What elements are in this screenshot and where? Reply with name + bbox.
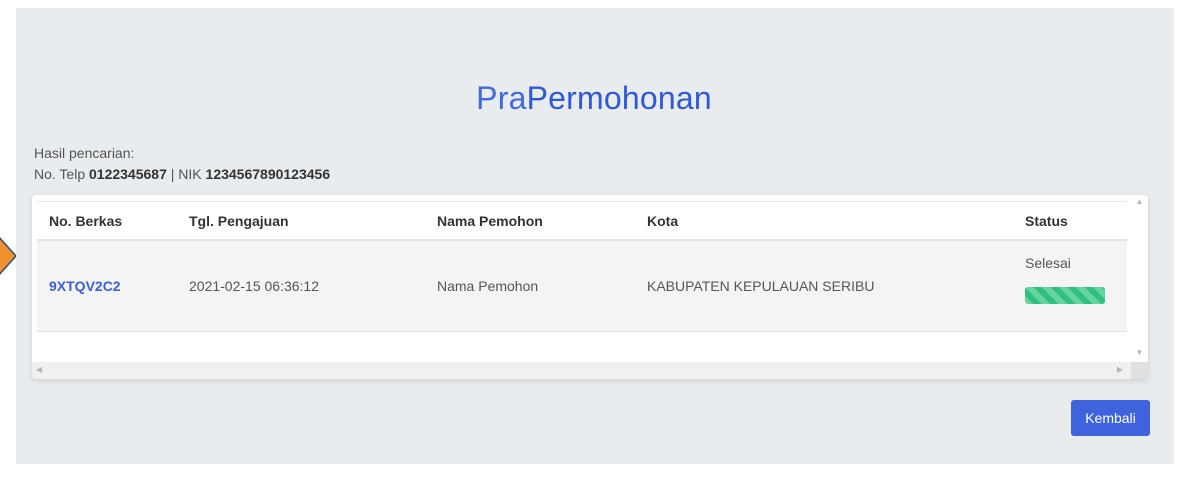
search-result-label: Hasil pencarian: (34, 145, 135, 161)
cell-tgl-pengajuan: 2021-02-15 06:36:12 (177, 240, 425, 332)
header-no-berkas: No. Berkas (37, 201, 177, 241)
scroll-up-icon[interactable]: ▲ (1131, 197, 1148, 206)
header-kota: Kota (635, 201, 1013, 241)
cell-kota: KABUPATEN KEPULAUAN SERIBU (635, 240, 1013, 332)
criteria-separator: | (170, 166, 175, 182)
cell-nama-pemohon: Nama Pemohon (425, 240, 635, 332)
results-table: No. Berkas Tgl. Pengajuan Nama Pemohon K… (37, 201, 1127, 332)
kembali-button[interactable]: Kembali (1071, 400, 1150, 436)
scrollbar-corner (1131, 362, 1148, 379)
header-nama-pemohon: Nama Pemohon (425, 201, 635, 241)
page-title: PraPermohonan (0, 80, 1188, 117)
scroll-left-icon[interactable]: ◀ (36, 365, 42, 374)
status-text: Selesai (1025, 255, 1071, 271)
header-status: Status (1013, 201, 1127, 241)
results-table-card: No. Berkas Tgl. Pengajuan Nama Pemohon K… (32, 195, 1148, 379)
page-title-main: Permohonan (526, 80, 712, 116)
scroll-down-icon[interactable]: ▼ (1131, 348, 1148, 357)
table-row: 9XTQV2C2 2021-02-15 06:36:12 Nama Pemoho… (37, 240, 1127, 332)
berkas-link[interactable]: 9XTQV2C2 (49, 278, 121, 294)
table-header-row: No. Berkas Tgl. Pengajuan Nama Pemohon K… (37, 201, 1127, 241)
telp-value: 0122345687 (89, 166, 167, 182)
results-table-wrapper: No. Berkas Tgl. Pengajuan Nama Pemohon K… (37, 201, 1127, 332)
header-tgl-pengajuan: Tgl. Pengajuan (177, 201, 425, 241)
vertical-scrollbar[interactable]: ▲ ▼ (1131, 195, 1148, 361)
horizontal-scrollbar[interactable]: ◀ ▶ (32, 362, 1131, 379)
cell-status: Selesai (1013, 240, 1127, 332)
status-progress-bar (1025, 287, 1105, 304)
cell-no-berkas: 9XTQV2C2 (37, 240, 177, 332)
nik-value: 1234567890123456 (205, 166, 331, 182)
nik-label: NIK (178, 166, 202, 182)
scroll-right-icon[interactable]: ▶ (1117, 365, 1123, 374)
page-title-prefix: Pra (476, 80, 527, 116)
search-criteria: No. Telp 0122345687 | NIK 12345678901234… (34, 166, 330, 182)
telp-label: No. Telp (34, 166, 86, 182)
arrow-pointer-icon (0, 237, 16, 275)
